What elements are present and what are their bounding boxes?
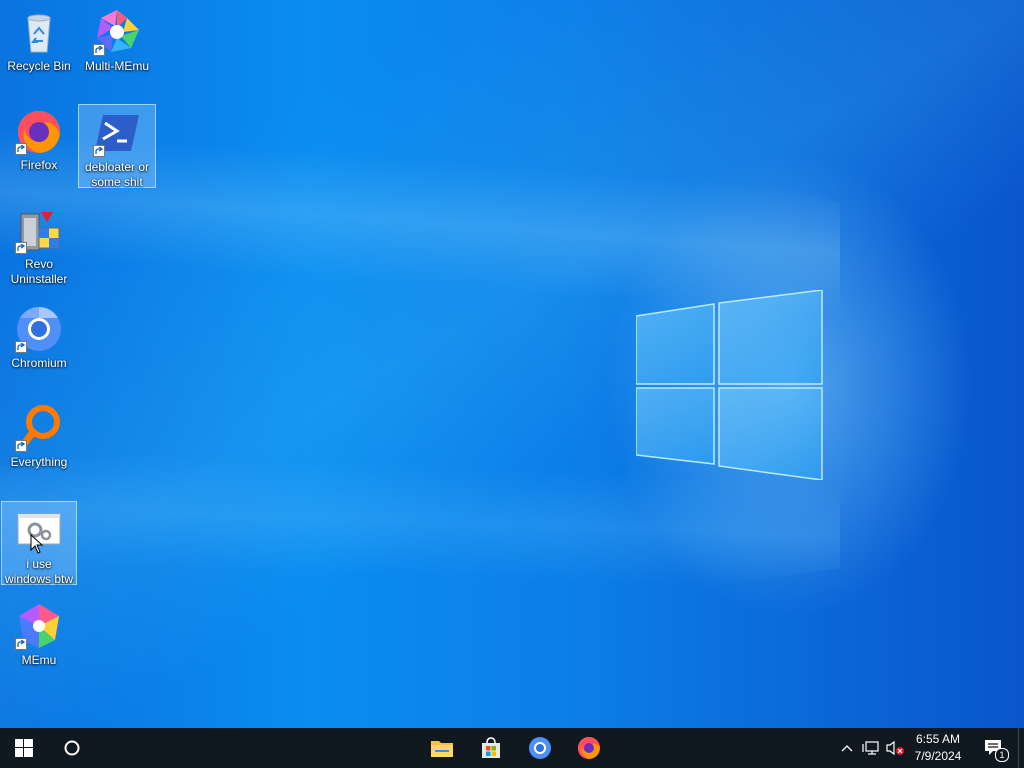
icon-label: debloater or some shit bbox=[84, 160, 150, 189]
desktop-icon-everything[interactable]: Everything bbox=[0, 400, 78, 470]
icon-label: Everything bbox=[10, 455, 68, 469]
taskbar-firefox[interactable] bbox=[565, 728, 613, 768]
show-hidden-icons-button[interactable] bbox=[838, 728, 856, 768]
cortana-circle-icon bbox=[64, 740, 80, 756]
shortcut-arrow-icon bbox=[15, 440, 27, 452]
desktop-icon-multi-memu[interactable]: Multi-MEmu bbox=[78, 4, 156, 74]
taskbar: 6:55 AM 7/9/2024 1 bbox=[0, 728, 1024, 768]
shortcut-arrow-icon bbox=[15, 143, 27, 155]
clock[interactable]: 6:55 AM 7/9/2024 bbox=[906, 731, 970, 765]
icon-label: MEmu bbox=[21, 653, 57, 667]
network-tray-button[interactable] bbox=[860, 728, 882, 768]
desktop-icon-revo-uninstaller[interactable]: Revo Uninstaller bbox=[0, 202, 78, 287]
clock-date: 7/9/2024 bbox=[914, 749, 962, 763]
shortcut-arrow-icon bbox=[15, 638, 27, 650]
taskbar-file-explorer[interactable] bbox=[418, 728, 466, 768]
desktop-icon-firefox[interactable]: Firefox bbox=[0, 103, 78, 173]
icon-label: i use windows btw bbox=[4, 557, 74, 586]
taskbar-chromium[interactable] bbox=[516, 728, 564, 768]
file-explorer-icon bbox=[431, 741, 453, 757]
search-button[interactable] bbox=[48, 728, 96, 768]
chromium-icon bbox=[529, 737, 551, 759]
icon-label: Revo Uninstaller bbox=[10, 257, 68, 286]
volume-tray-button[interactable] bbox=[884, 728, 906, 768]
firefox-icon bbox=[578, 737, 600, 759]
show-desktop-button[interactable] bbox=[1018, 728, 1024, 768]
desktop-icon-debloater[interactable]: debloater or some shit bbox=[78, 104, 156, 189]
recycle-bin-icon bbox=[27, 14, 51, 53]
shortcut-arrow-icon bbox=[93, 145, 105, 157]
desktop-icon-memu[interactable]: MEmu bbox=[0, 598, 78, 668]
windows-logo-wallpaper bbox=[636, 290, 823, 480]
taskbar-microsoft-store[interactable] bbox=[467, 728, 515, 768]
icon-label: Chromium bbox=[11, 356, 67, 370]
shortcut-arrow-icon bbox=[15, 242, 27, 254]
clock-time: 6:55 AM bbox=[915, 732, 961, 746]
icon-label: Multi-MEmu bbox=[84, 59, 149, 73]
volume-muted-icon bbox=[886, 740, 904, 756]
mouse-cursor-icon bbox=[30, 534, 44, 554]
windows-start-icon bbox=[15, 739, 33, 757]
shortcut-arrow-icon bbox=[93, 44, 105, 56]
desktop[interactable]: Recycle Bin Multi-MEmu Firefox debloater… bbox=[0, 0, 1024, 728]
chevron-up-icon bbox=[841, 745, 853, 752]
icon-label: Recycle Bin bbox=[7, 59, 71, 73]
icon-label: Firefox bbox=[20, 158, 58, 172]
start-button[interactable] bbox=[0, 728, 48, 768]
notification-count-badge: 1 bbox=[995, 748, 1009, 762]
shortcut-arrow-icon bbox=[15, 341, 27, 353]
desktop-icon-recycle-bin[interactable]: Recycle Bin bbox=[0, 4, 78, 74]
store-icon bbox=[482, 737, 500, 758]
network-icon bbox=[862, 741, 879, 755]
action-center-button[interactable]: 1 bbox=[976, 728, 1012, 768]
desktop-icon-chromium[interactable]: Chromium bbox=[0, 301, 78, 371]
